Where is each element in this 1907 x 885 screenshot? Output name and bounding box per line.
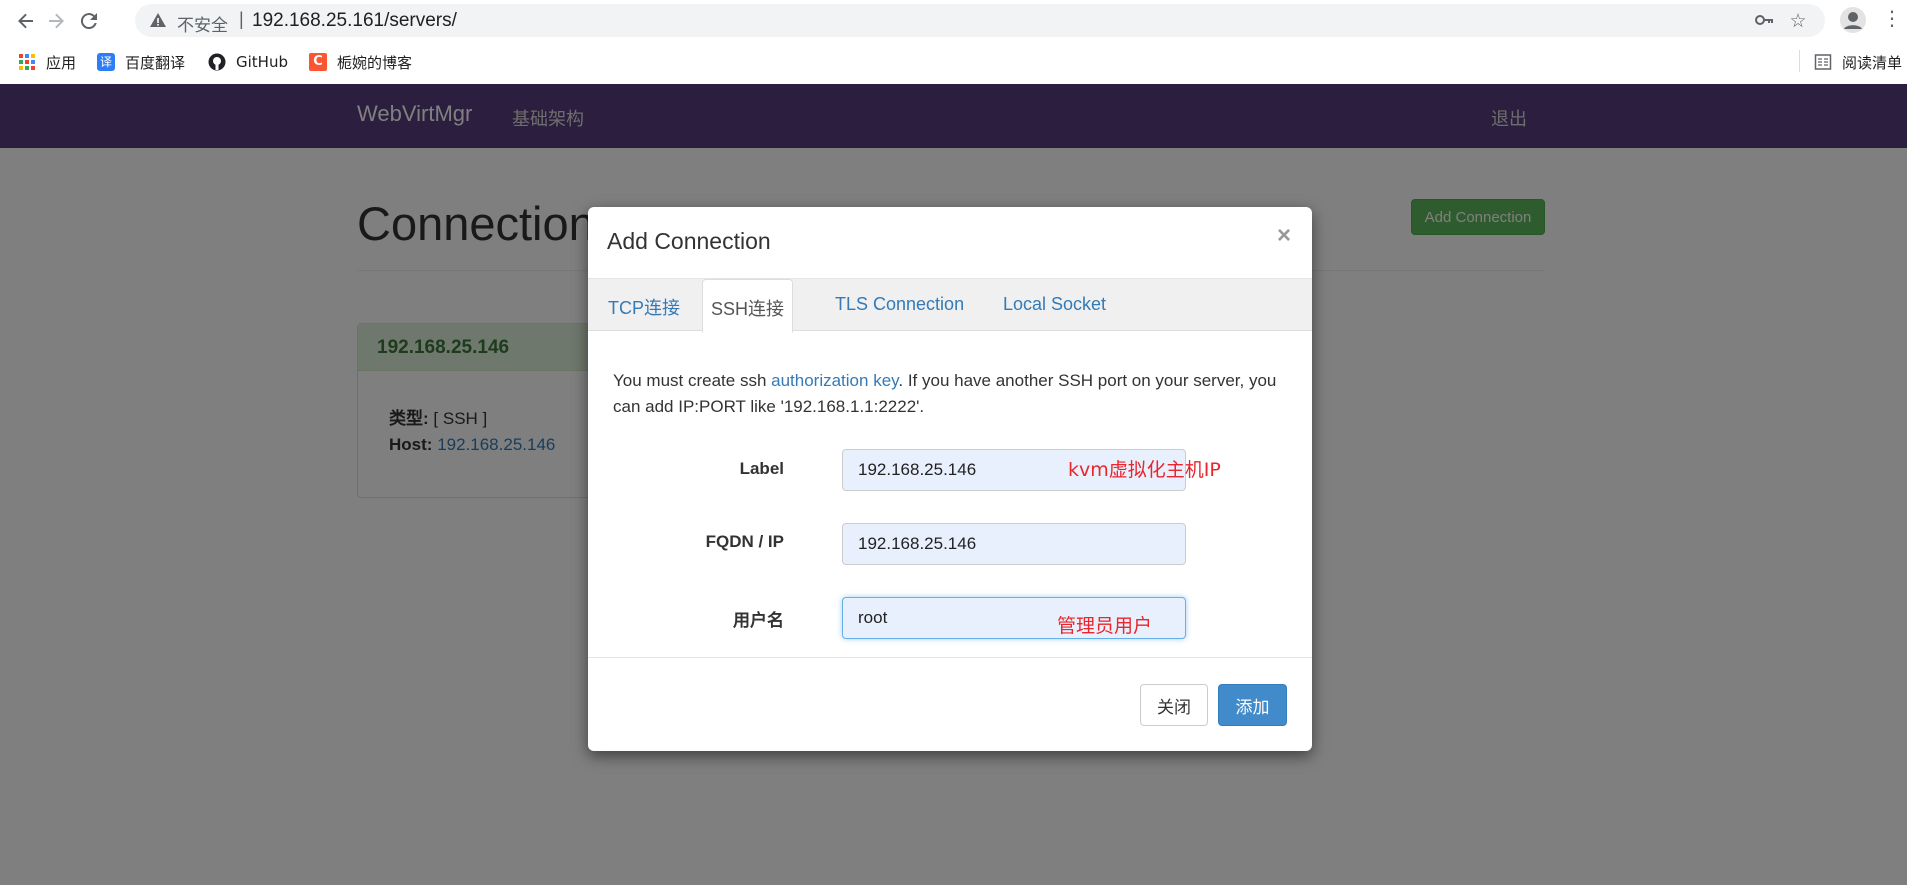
apps-grid-icon <box>18 53 36 71</box>
tab-local-socket[interactable]: Local Socket <box>1003 279 1106 332</box>
forward-icon[interactable] <box>43 8 69 34</box>
translate-icon: 译 <box>97 53 115 71</box>
close-button[interactable]: 关闭 <box>1140 684 1208 726</box>
tab-tcp[interactable]: TCP连接 <box>608 279 680 332</box>
label-annotation: kvm虚拟化主机IP <box>1068 459 1221 481</box>
bookmark-apps[interactable]: 应用 <box>18 51 76 73</box>
tab-ssh[interactable]: SSH连接 <box>702 279 793 333</box>
tab-tls[interactable]: TLS Connection <box>835 279 964 332</box>
csdn-icon: C <box>309 53 327 71</box>
bookmark-github[interactable]: GitHub <box>208 51 288 73</box>
more-menu-icon[interactable]: ⋮ <box>1882 6 1902 34</box>
label-field-label: Label <box>739 459 784 478</box>
fqdn-input[interactable] <box>842 523 1186 565</box>
github-icon <box>208 53 226 71</box>
bookmarks-bar: 应用 译 百度翻译 GitHub C 栀婉的博客 阅读清单 <box>0 41 1907 84</box>
reading-list[interactable]: 阅读清单 <box>1814 51 1902 73</box>
bookmark-baidu-translate[interactable]: 译 百度翻译 <box>97 51 185 73</box>
ssh-info-text: You must create ssh authorization key. I… <box>613 368 1293 420</box>
add-button[interactable]: 添加 <box>1218 684 1287 726</box>
address-separator: | <box>239 9 244 29</box>
close-icon[interactable]: × <box>1277 222 1291 250</box>
modal-title: Add Connection <box>607 228 771 254</box>
profile-avatar-icon[interactable] <box>1840 7 1866 33</box>
bookmark-blog[interactable]: C 栀婉的博客 <box>309 51 412 73</box>
authorization-key-link[interactable]: authorization key <box>771 371 898 390</box>
connection-tabs: TCP连接 SSH连接 TLS Connection Local Socket <box>588 278 1312 333</box>
url-text[interactable]: 192.168.25.161/servers/ <box>252 10 457 32</box>
reading-list-icon <box>1814 53 1832 71</box>
page-content: WebVirtMgr 基础架构 退出 Connections Add Conne… <box>0 84 1907 885</box>
key-icon[interactable] <box>1753 10 1775 32</box>
modal-footer-divider <box>588 657 1312 658</box>
insecure-label: 不安全 <box>177 16 228 35</box>
add-connection-modal: Add Connection × TCP连接 SSH连接 TLS Connect… <box>588 207 1312 751</box>
bookmarks-divider <box>1799 50 1800 72</box>
reading-list-label: 阅读清单 <box>1842 53 1903 72</box>
info-text-part: You must create ssh <box>613 371 772 390</box>
bookmark-label: GitHub <box>236 53 288 71</box>
back-icon[interactable] <box>13 8 39 34</box>
browser-toolbar: 不安全 | 192.168.25.161/servers/ ☆ ⋮ <box>0 0 1907 41</box>
username-annotation: 管理员用户 <box>1057 615 1153 637</box>
bookmark-label: 应用 <box>46 53 77 72</box>
star-icon[interactable]: ☆ <box>1787 10 1809 32</box>
bookmark-label: 栀婉的博客 <box>337 53 413 72</box>
fqdn-field-label: FQDN / IP <box>705 532 784 551</box>
username-field-label: 用户名 <box>733 611 784 630</box>
address-bar[interactable]: 不安全 | 192.168.25.161/servers/ ☆ <box>135 4 1825 37</box>
reload-icon[interactable] <box>76 8 102 34</box>
warning-icon <box>149 11 167 29</box>
bookmark-label: 百度翻译 <box>125 53 186 72</box>
